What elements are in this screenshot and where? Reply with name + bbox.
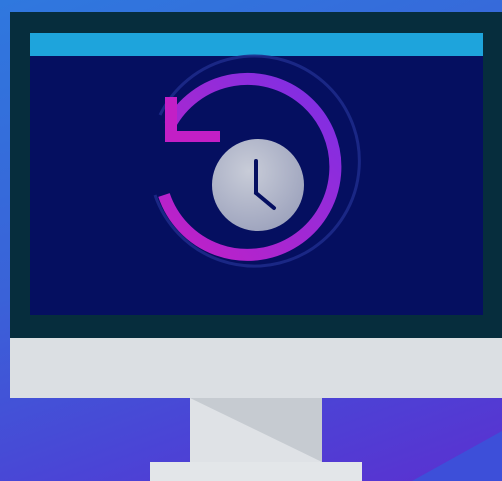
neck-shadow: [190, 398, 322, 462]
monitor-neck: [190, 398, 322, 462]
history-clock-graphic: [153, 54, 361, 268]
background-accent: [412, 431, 502, 481]
monitor-bezel: [10, 338, 502, 398]
history-clock-icon: [110, 45, 410, 315]
monitor-base: [150, 462, 362, 481]
